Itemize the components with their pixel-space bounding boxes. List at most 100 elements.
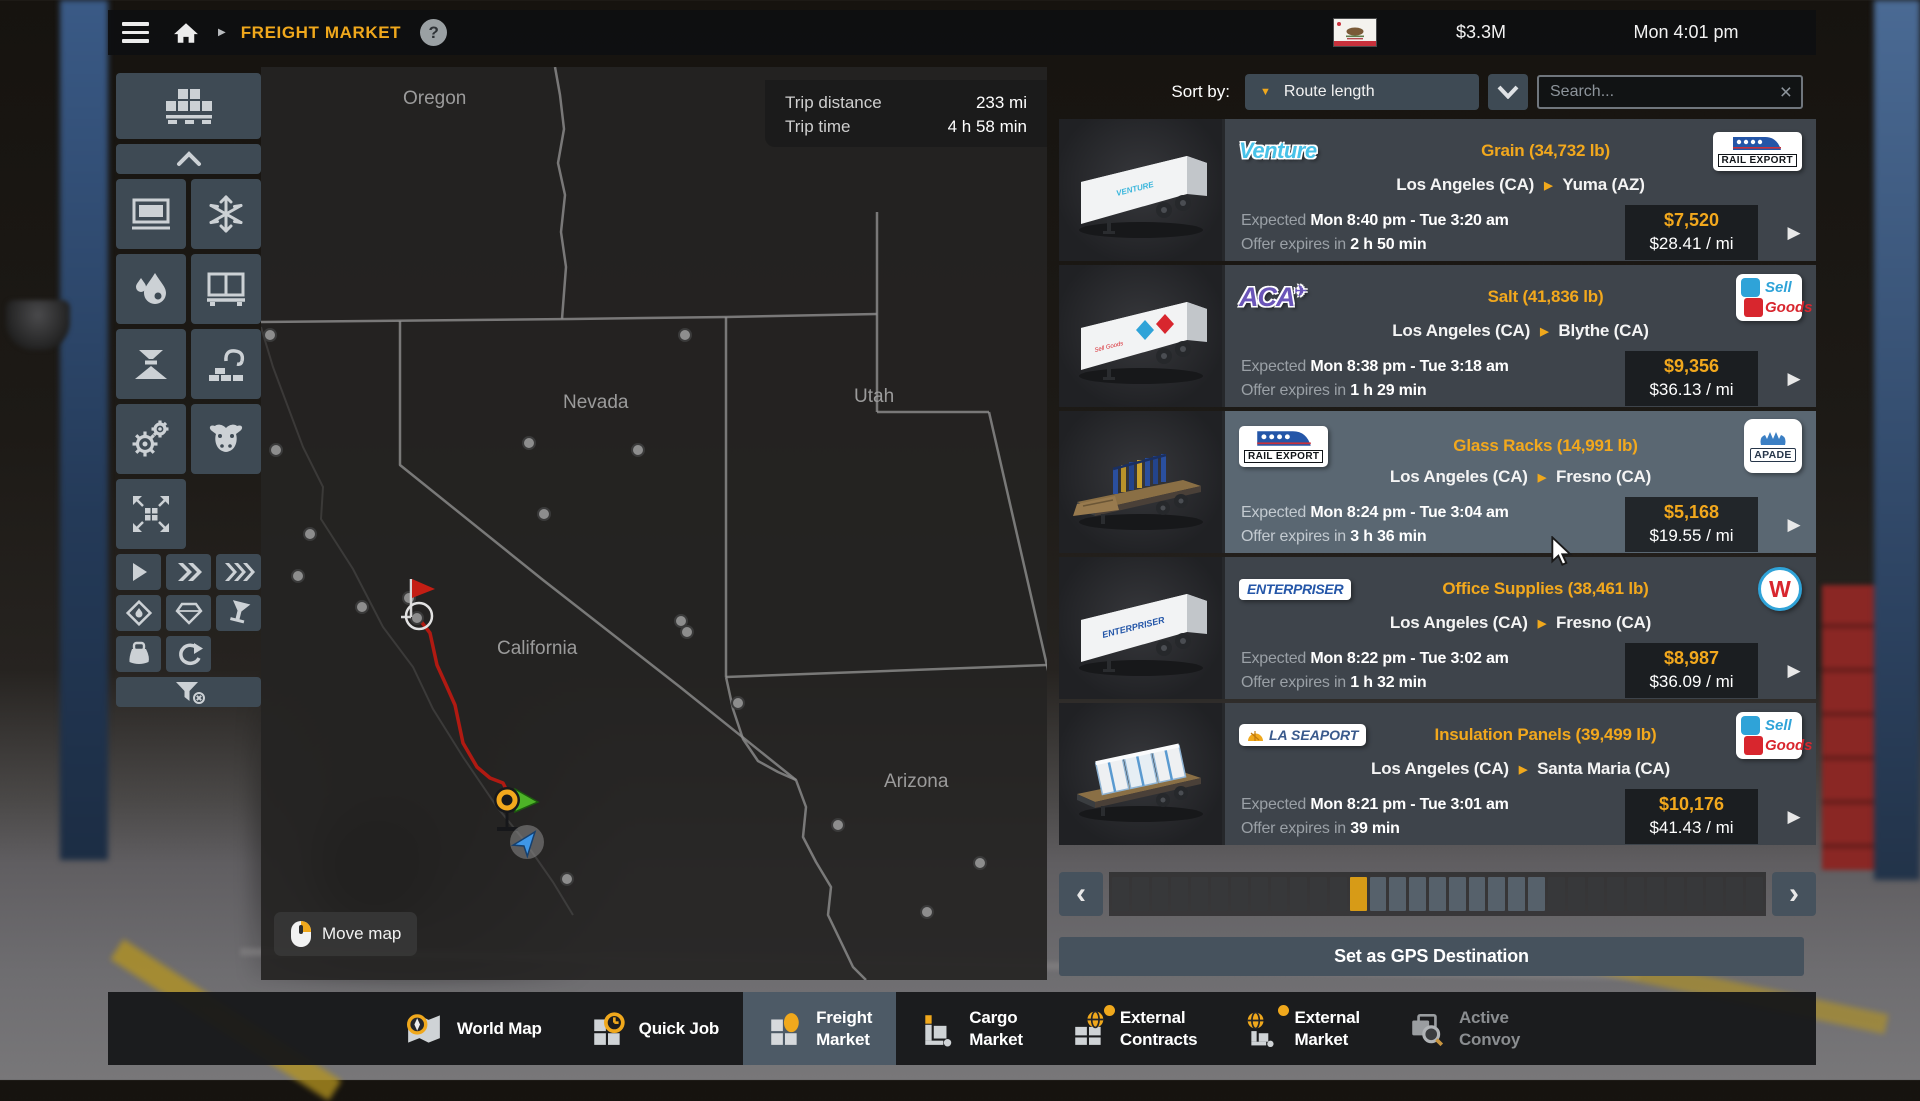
refrigerated-snowflake-icon[interactable] [191,179,261,249]
tab-external-contracts[interactable]: External Contracts [1047,992,1222,1065]
job-detail-arrow[interactable]: ▶ [1772,515,1816,535]
cargo-type-pallet-icon[interactable] [116,73,261,139]
city-dot[interactable] [270,444,282,456]
page-tick[interactable] [1251,877,1268,911]
page-tick[interactable] [1290,877,1307,911]
move-map-hint[interactable]: Move map [274,912,417,956]
page-tick[interactable] [1231,877,1248,911]
fragile-glass-icon[interactable] [216,595,261,631]
set-gps-destination-button[interactable]: Set as GPS Destination [1059,937,1804,976]
city-dot[interactable] [523,437,535,449]
page-tick[interactable] [1469,877,1486,911]
job-detail-arrow[interactable]: ▶ [1772,369,1816,389]
page-tick[interactable] [1687,877,1704,911]
city-dot[interactable] [974,857,986,869]
tab-world-map[interactable]: World Map [380,992,566,1065]
return-job-icon[interactable] [166,636,211,672]
page-tick[interactable] [1588,877,1605,911]
double-trailer-icon[interactable] [166,554,211,590]
page-tick[interactable] [1191,877,1208,911]
valuable-gem-icon[interactable] [166,595,211,631]
tab-freight-market[interactable]: Freight Market [743,992,896,1065]
job-detail-arrow[interactable]: ▶ [1772,223,1816,243]
job-card-highlighted[interactable]: RAIL EXPORT Glass Racks (14,991 lb) APAD… [1059,411,1816,553]
city-dot[interactable] [264,329,276,341]
single-trailer-icon[interactable] [116,554,161,590]
city-dot[interactable] [921,906,933,918]
page-tick[interactable] [1171,877,1188,911]
city-dot[interactable] [732,697,744,709]
livestock-cow-icon[interactable] [191,404,261,474]
page-tick[interactable] [1112,877,1129,911]
world-map-panel[interactable]: OregonNevadaUtahCaliforniaArizona Trip d… [261,67,1047,980]
page-tick[interactable] [1726,877,1743,911]
tab-quick-job[interactable]: Quick Job [566,992,743,1065]
home-icon[interactable] [173,21,199,45]
job-detail-arrow[interactable]: ▶ [1772,807,1816,827]
page-tick[interactable] [1508,877,1525,911]
help-icon[interactable]: ? [420,19,447,46]
construction-crane-icon[interactable] [191,329,261,399]
page-tick[interactable] [1706,877,1723,911]
tab-cargo-market[interactable]: Cargo Market [896,992,1047,1065]
page-tick[interactable] [1271,877,1288,911]
page-tick[interactable] [1330,877,1347,911]
hazardous-adr-icon[interactable] [116,595,161,631]
container-furniture-icon[interactable] [191,254,261,324]
sort-expand-button[interactable] [1488,74,1528,110]
clear-filter-icon[interactable] [116,677,261,707]
city-dot[interactable] [681,626,693,638]
page-tick[interactable] [1548,877,1565,911]
search-box[interactable]: × [1537,75,1803,109]
page-tick[interactable] [1746,877,1763,911]
liquid-drop-icon[interactable] [116,254,186,324]
job-detail-arrow[interactable]: ▶ [1772,661,1816,681]
page-tick[interactable] [1132,877,1149,911]
job-card[interactable]: LA SEAPORT Insulation Panels (39,499 lb)… [1059,703,1816,845]
job-card[interactable]: ENTERPRISER ENTERPRISER Office Supplies … [1059,557,1816,699]
city-dot[interactable] [632,444,644,456]
city-dot[interactable] [292,570,304,582]
page-tick[interactable] [1152,877,1169,911]
page-tick[interactable] [1607,877,1624,911]
page-tick[interactable] [1647,877,1664,911]
triple-trailer-icon[interactable] [216,554,261,590]
oversized-expand-icon[interactable] [116,479,186,549]
city-dot[interactable] [675,615,687,627]
collapse-chevron-up-icon[interactable] [116,144,261,174]
city-dot[interactable] [538,508,550,520]
page-tick[interactable] [1429,877,1446,911]
city-dot[interactable] [561,873,573,885]
menu-icon[interactable] [122,18,158,48]
city-dot[interactable] [411,612,423,624]
page-tick[interactable] [1627,877,1644,911]
next-page-button[interactable]: › [1772,872,1816,916]
job-card[interactable]: VENTURE Venture Grain (34,732 lb) RAIL E… [1059,119,1816,261]
curtain-trailer-icon[interactable] [116,179,186,249]
job-card[interactable]: Sell Goods ACA✈ Salt (41,836 lb) Sell Go… [1059,265,1816,407]
page-tick[interactable] [1528,877,1545,911]
city-dot[interactable] [356,601,368,613]
prev-page-button[interactable]: ‹ [1059,872,1103,916]
city-dot[interactable] [832,819,844,831]
page-tick[interactable] [1568,877,1585,911]
city-dot[interactable] [304,528,316,540]
tab-external-market[interactable]: External Market [1221,992,1384,1065]
page-tick[interactable] [1310,877,1327,911]
page-tick[interactable] [1449,877,1466,911]
search-clear-icon[interactable]: × [1780,82,1792,103]
machinery-gears-icon[interactable] [116,404,186,474]
page-tick[interactable] [1488,877,1505,911]
sort-dropdown[interactable]: ▼ Route length [1245,74,1479,110]
page-tick[interactable] [1409,877,1426,911]
heavy-weight-icon[interactable] [116,636,161,672]
page-tick[interactable] [1370,877,1387,911]
city-dot[interactable] [679,329,691,341]
page-tick[interactable] [1211,877,1228,911]
job-times: Expected Mon 8:40 pm - Tue 3:20 am Offer… [1241,209,1625,257]
bulk-cargo-icon[interactable] [116,329,186,399]
page-tick-current[interactable] [1350,877,1367,911]
page-tick[interactable] [1667,877,1684,911]
search-input[interactable] [1548,82,1780,102]
page-tick[interactable] [1389,877,1406,911]
